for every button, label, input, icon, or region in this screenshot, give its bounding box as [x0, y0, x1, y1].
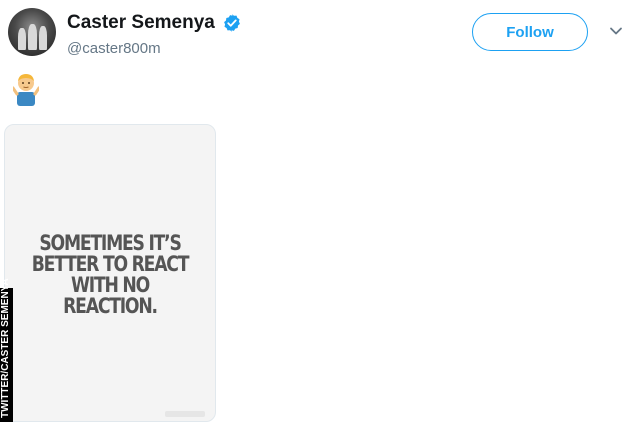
avatar[interactable] [8, 8, 56, 56]
display-name[interactable]: Caster Semenya [67, 12, 215, 34]
quote-text: Sometimes it’s better to react with no r… [24, 233, 196, 317]
image-credit: TWITTER/CASTER SEMENYA [0, 278, 13, 422]
tweet-media-image[interactable]: Sometimes it’s better to react with no r… [4, 124, 216, 422]
quote-line: with no [70, 273, 150, 297]
verified-badge-icon [224, 14, 240, 32]
user-handle[interactable]: @caster800m [67, 40, 161, 57]
image-watermark [165, 411, 205, 417]
quote-line: better to react [31, 252, 190, 276]
follow-button[interactable]: Follow [472, 13, 588, 51]
quote-line: Sometimes it’s [39, 231, 182, 255]
man-shrugging-emoji [13, 74, 39, 106]
quote-line: reaction. [63, 294, 158, 318]
chevron-down-icon[interactable] [609, 24, 623, 38]
